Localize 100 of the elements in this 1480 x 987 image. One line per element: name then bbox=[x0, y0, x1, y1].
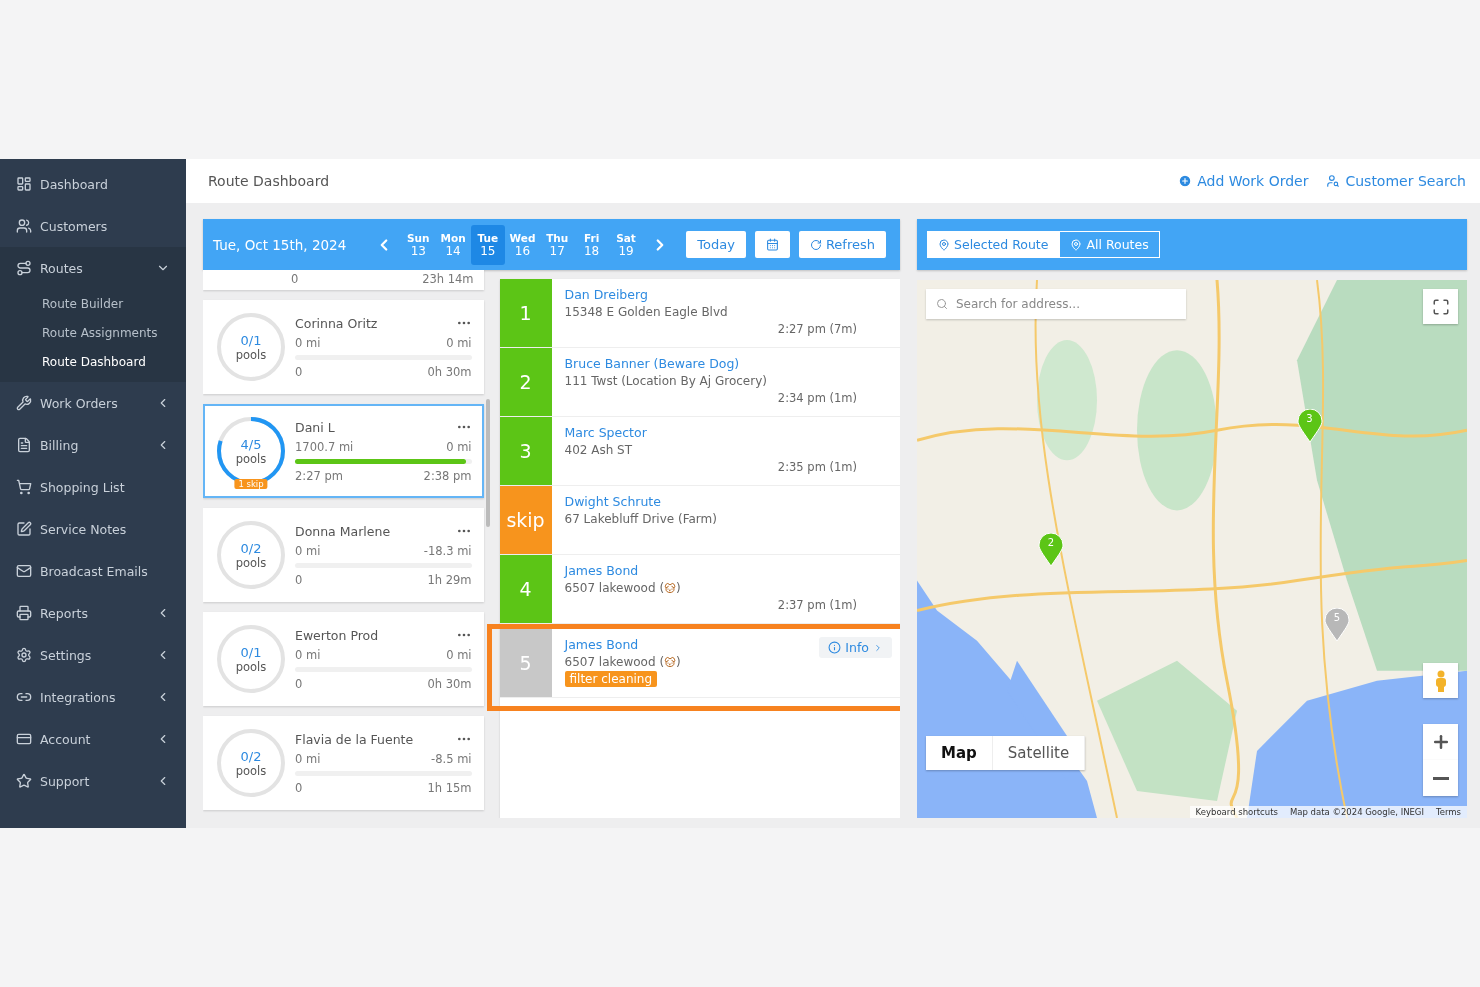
map-type-button[interactable]: Satellite bbox=[992, 736, 1086, 770]
route-name: Donna Marlene bbox=[295, 523, 391, 539]
stop-row[interactable]: 4 James Bond 6507 lakewood ( ) 2:37 pm (1m) bbox=[499, 555, 900, 624]
pool-unit: pools bbox=[235, 451, 267, 466]
route-name: Corinna Oritz bbox=[295, 315, 378, 331]
zoom-out-button[interactable] bbox=[1423, 760, 1458, 796]
customer-link[interactable]: James Bond bbox=[564, 637, 639, 652]
stop-time: 2:34 pm (1m) bbox=[777, 391, 857, 405]
route-card[interactable]: 0/2 pools Flavia de la Fuente 0 mi -8.5 mi 0 1h 15m bbox=[203, 716, 484, 810]
nav-item[interactable]: Customers bbox=[0, 205, 186, 247]
today-button[interactable]: Today bbox=[686, 231, 746, 258]
fullscreen-button[interactable] bbox=[1423, 289, 1458, 324]
person-icon bbox=[1433, 669, 1448, 692]
card-stat: -8.5 mi bbox=[431, 752, 472, 766]
address-search-field[interactable]: Search for address... bbox=[926, 289, 1186, 319]
nav-item[interactable]: Broadcast Emails bbox=[0, 550, 186, 592]
users-icon bbox=[16, 218, 32, 234]
card-stat: 0h 30m bbox=[427, 365, 472, 379]
stop-row[interactable]: 2 Bruce Banner (Beware Dog) 111 Twst (Location By Aj Grocery) 2:34 pm (1m) bbox=[499, 348, 900, 417]
stop-row[interactable]: 1 Dan Dreiberg 15348 E Golden Eagle Blvd 2:27 pm (7m) bbox=[499, 279, 900, 348]
refresh-icon bbox=[809, 238, 822, 251]
refresh-button[interactable]: Refresh bbox=[798, 231, 886, 258]
route-card[interactable]: 0 23h 14m bbox=[203, 270, 484, 290]
pin-icon bbox=[1070, 238, 1083, 251]
header-link[interactable]: Add Work Order bbox=[1178, 173, 1309, 189]
nav-item[interactable]: Routes bbox=[0, 247, 186, 289]
date-label: Tue, Oct 15th, 2024 bbox=[213, 236, 348, 253]
nav-item[interactable]: Service Notes bbox=[0, 508, 186, 550]
card-stat: 0 mi bbox=[446, 440, 472, 454]
card-stat: 2:38 pm bbox=[423, 469, 472, 483]
nav-item[interactable]: Shopping List bbox=[0, 466, 186, 508]
route-card[interactable]: 0/1 pools Ewerton Prod 0 mi 0 mi 0 0h 30m bbox=[203, 612, 484, 706]
nav-subitem[interactable]: Route Assignments bbox=[0, 318, 186, 347]
scrollbar[interactable] bbox=[485, 399, 490, 527]
customer-link[interactable]: Marc Spector bbox=[564, 425, 647, 440]
progress-ring bbox=[215, 727, 287, 799]
nav-item[interactable]: Billing bbox=[0, 424, 186, 466]
stop-marker: skip bbox=[499, 486, 552, 554]
stop-address: 15348 E Golden Eagle Blvd bbox=[564, 305, 728, 319]
calendar-button[interactable] bbox=[754, 231, 790, 258]
nav-item[interactable]: Dashboard bbox=[0, 163, 186, 205]
card-stat: 0 bbox=[295, 573, 303, 587]
customer-link[interactable]: Dwight Schrute bbox=[564, 494, 661, 509]
nav-item[interactable]: Settings bbox=[0, 634, 186, 676]
stop-time: 2:27 pm (7m) bbox=[777, 322, 857, 336]
card-stat: 0 mi bbox=[295, 648, 321, 662]
map-type-button[interactable]: Map bbox=[926, 736, 993, 770]
service-tag: filter cleaning bbox=[564, 671, 658, 687]
nav-item[interactable]: Account bbox=[0, 718, 186, 760]
card-stat: 0 mi bbox=[446, 336, 472, 350]
cart-icon bbox=[16, 479, 32, 495]
star-icon bbox=[16, 773, 32, 789]
pool-count: 0/1 bbox=[240, 644, 262, 660]
card-stat: 0 mi bbox=[446, 648, 472, 662]
card-icon bbox=[16, 731, 32, 747]
skip-badge: 1 skip bbox=[234, 479, 268, 489]
plus-icon bbox=[1178, 174, 1193, 188]
customer-link[interactable]: Bruce Banner (Beware Dog) bbox=[564, 356, 740, 371]
pin-icon bbox=[1296, 409, 1323, 444]
route-card[interactable]: 4/5 pools 1 skip Dani L 1700.7 mi 0 mi 2:27 pm 2:38 pm bbox=[203, 404, 484, 498]
stop-address: 6507 lakewood ( bbox=[564, 581, 665, 595]
route-name: Flavia de la Fuente bbox=[295, 731, 414, 747]
nav-item[interactable]: Support bbox=[0, 760, 186, 802]
stop-marker: 3 bbox=[499, 417, 552, 485]
calendar-icon bbox=[765, 238, 779, 251]
route-name: Dani L bbox=[295, 419, 335, 435]
stop-time: 2:37 pm (1m) bbox=[777, 598, 857, 612]
day-tab[interactable]: Tue 15 bbox=[470, 224, 505, 265]
pool-unit: pools bbox=[235, 659, 267, 674]
customer-link[interactable]: James Bond bbox=[564, 563, 639, 578]
stop-row[interactable]: 3 Marc Spector 402 Ash ST 2:35 pm (1m) bbox=[499, 417, 900, 486]
nav-subitem[interactable]: Route Builder bbox=[0, 289, 186, 318]
card-stat: 1700.7 mi bbox=[295, 440, 354, 454]
progress-ring bbox=[215, 311, 287, 383]
map-footer-link[interactable]: Terms bbox=[1429, 806, 1467, 818]
map-tab[interactable]: Selected Route bbox=[927, 231, 1060, 258]
nav-item[interactable]: Integrations bbox=[0, 676, 186, 718]
stop-row[interactable]: skip Dwight Schrute 67 Lakebluff Drive (Farm) bbox=[499, 486, 900, 555]
header-link[interactable]: Customer Search bbox=[1326, 173, 1466, 189]
card-stat: 1h 29m bbox=[427, 573, 472, 587]
chevron-right-icon bbox=[873, 642, 883, 653]
route-icon bbox=[16, 260, 32, 276]
info-button[interactable]: Info bbox=[819, 637, 892, 658]
card-stat: 0h 30m bbox=[427, 677, 472, 691]
map-footer-link[interactable]: Keyboard shortcuts bbox=[1189, 806, 1284, 818]
route-card[interactable]: 0/1 pools Corinna Oritz 0 mi 0 mi 0 0h 30m bbox=[203, 300, 484, 394]
settings-icon bbox=[16, 647, 32, 663]
pin-icon bbox=[1324, 608, 1350, 643]
nav-subitem[interactable]: Route Dashboard bbox=[0, 347, 186, 376]
nav-item[interactable]: Work Orders bbox=[0, 382, 186, 424]
nav-item[interactable]: Reports bbox=[0, 592, 186, 634]
route-card[interactable]: 0/2 pools Donna Marlene 0 mi -18.3 mi 0 1h 29m bbox=[203, 508, 484, 602]
customer-link[interactable]: Dan Dreiberg bbox=[564, 287, 648, 302]
card-stat: 0 bbox=[295, 365, 303, 379]
zoom-in-button[interactable] bbox=[1423, 724, 1458, 760]
map-footer-link[interactable]: Map data ©2024 Google, INEGI bbox=[1283, 806, 1430, 818]
card-stat: 23h 14m bbox=[422, 272, 474, 286]
card-stat: 0 mi bbox=[295, 336, 321, 350]
pool-unit: pools bbox=[235, 347, 267, 362]
pool-count: 0/2 bbox=[240, 540, 262, 556]
